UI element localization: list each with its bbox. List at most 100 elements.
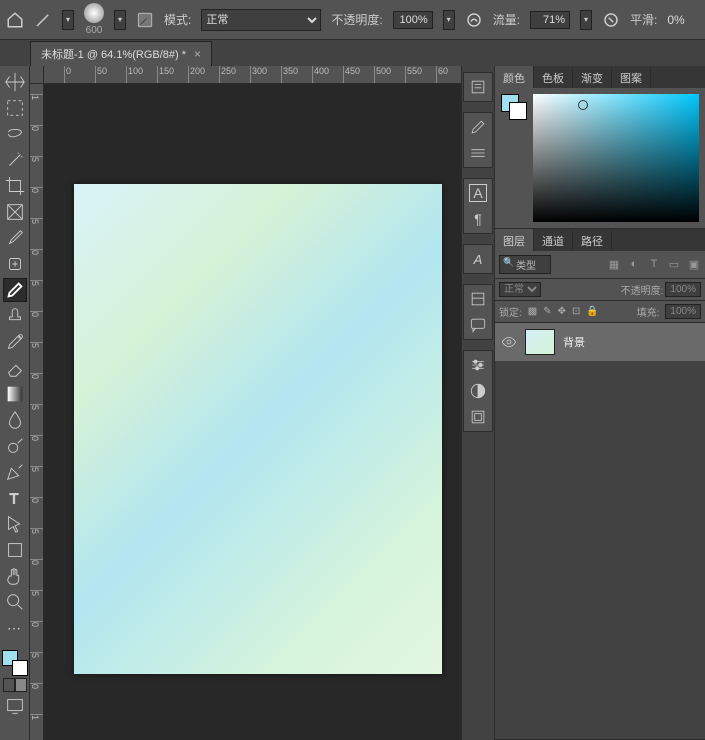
history-brush-tool[interactable]: [3, 330, 27, 354]
right-panels: 颜色 色板 渐变 图案 图层 通道 路径: [495, 66, 705, 740]
background-swatch[interactable]: [12, 660, 28, 676]
tab-gradients[interactable]: 渐变: [573, 66, 612, 88]
libraries-panel-icon[interactable]: [468, 407, 488, 427]
flow-chevron[interactable]: ▾: [580, 10, 592, 30]
lock-pixels-icon[interactable]: ▩: [528, 306, 537, 317]
ruler-tick: 0: [64, 66, 71, 83]
layer-type-filter[interactable]: 类型: [499, 255, 551, 274]
character-panel-icon[interactable]: A: [468, 183, 488, 203]
fg-bg-swatches[interactable]: [2, 650, 28, 676]
ruler-tick: 1: [30, 94, 43, 100]
ruler-corner: [30, 66, 44, 83]
close-tab-icon[interactable]: ×: [194, 47, 201, 61]
ruler-tick: 0: [30, 621, 43, 627]
visibility-eye-icon[interactable]: [501, 334, 517, 350]
layer-row-background[interactable]: 背景: [495, 323, 705, 361]
brush-tool[interactable]: [3, 278, 27, 302]
ruler-tick: 5: [30, 342, 43, 348]
lock-paint-icon[interactable]: ✎: [543, 306, 551, 317]
document-canvas[interactable]: [74, 184, 442, 674]
filter-image-icon[interactable]: ▦: [607, 258, 621, 272]
tab-patterns[interactable]: 图案: [612, 66, 651, 88]
brush-preset-chevron[interactable]: ▾: [114, 10, 126, 30]
tool-preset-chevron[interactable]: ▾: [62, 10, 74, 30]
color-panel-swatches[interactable]: [501, 94, 527, 120]
vertical-ruler[interactable]: 105050505050505050501: [30, 84, 44, 740]
healing-tool[interactable]: [3, 252, 27, 276]
type-tool[interactable]: T: [3, 486, 27, 510]
layer-name[interactable]: 背景: [563, 334, 585, 350]
zoom-tool[interactable]: [3, 590, 27, 614]
opacity-chevron[interactable]: ▾: [443, 10, 455, 30]
properties-panel-icon[interactable]: [468, 289, 488, 309]
lock-artboard-icon[interactable]: ⊡: [572, 306, 580, 317]
marquee-tool[interactable]: [3, 96, 27, 120]
pen-tool[interactable]: [3, 460, 27, 484]
svg-text:T: T: [9, 492, 18, 508]
adjustments-panel-icon[interactable]: [468, 381, 488, 401]
quickmask-toggle[interactable]: [3, 678, 27, 692]
airbrush-icon[interactable]: [602, 11, 620, 29]
move-tool[interactable]: [3, 70, 27, 94]
brush-preview[interactable]: 600: [84, 3, 104, 36]
magic-wand-tool[interactable]: [3, 148, 27, 172]
ruler-tick: 50: [95, 66, 107, 83]
ruler-tick: 100: [126, 66, 143, 83]
flow-value[interactable]: 71%: [530, 11, 570, 29]
layer-thumbnail[interactable]: [525, 329, 555, 355]
brush-settings-icon[interactable]: [136, 11, 154, 29]
blur-tool[interactable]: [3, 408, 27, 432]
ruler-tick: 450: [343, 66, 360, 83]
screen-mode-icon[interactable]: [3, 694, 27, 718]
color-bg-swatch[interactable]: [509, 102, 527, 120]
docked-panel-icons: A ¶ A: [461, 66, 495, 740]
lock-all-icon[interactable]: 🔒: [586, 306, 598, 317]
fill-value[interactable]: 100%: [665, 304, 701, 319]
filter-adjust-icon[interactable]: ◐: [627, 258, 641, 272]
lock-position-icon[interactable]: ✥: [558, 306, 566, 317]
pressure-opacity-icon[interactable]: [465, 11, 483, 29]
filter-shape-icon[interactable]: ▭: [667, 258, 681, 272]
brushes-panel-icon[interactable]: [468, 117, 488, 137]
home-icon[interactable]: [6, 11, 24, 29]
frame-tool[interactable]: [3, 200, 27, 224]
tab-color[interactable]: 颜色: [495, 66, 534, 88]
stamp-tool[interactable]: [3, 304, 27, 328]
hand-tool[interactable]: [3, 564, 27, 588]
crop-tool[interactable]: [3, 174, 27, 198]
eyedropper-tool[interactable]: [3, 226, 27, 250]
layer-opacity-value[interactable]: 100%: [665, 282, 701, 297]
adjust-sliders-icon[interactable]: [468, 355, 488, 375]
layer-blend-mode-select[interactable]: 正常: [499, 282, 541, 297]
tab-paths[interactable]: 路径: [573, 229, 612, 251]
horizontal-ruler[interactable]: 05010015020025030035040045050055060: [30, 66, 461, 84]
dodge-tool[interactable]: [3, 434, 27, 458]
paragraph-panel-icon[interactable]: ¶: [468, 209, 488, 229]
more-tools-icon[interactable]: ⋯: [3, 616, 27, 640]
tab-swatches[interactable]: 色板: [534, 66, 573, 88]
lock-label: 锁定:: [499, 304, 522, 319]
tab-channels[interactable]: 通道: [534, 229, 573, 251]
layers-blend-row: 正常 不透明度: 100%: [495, 279, 705, 301]
opacity-value[interactable]: 100%: [393, 11, 433, 29]
gradient-tool[interactable]: [3, 382, 27, 406]
tab-layers[interactable]: 图层: [495, 229, 534, 251]
blend-mode-select[interactable]: 正常: [201, 9, 321, 31]
brush-settings-panel-icon[interactable]: [468, 143, 488, 163]
brush-tool-icon[interactable]: [34, 11, 52, 29]
smooth-value[interactable]: 0%: [667, 13, 684, 27]
options-bar: ▾ 600 ▾ 模式: 正常 不透明度: 100% ▾ 流量: 71% ▾ 平滑…: [0, 0, 705, 40]
ruler-tick: 400: [312, 66, 329, 83]
filter-smart-icon[interactable]: ▣: [687, 258, 701, 272]
path-select-tool[interactable]: [3, 512, 27, 536]
document-tab[interactable]: 未标题-1 @ 64.1%(RGB/8#) * ×: [30, 41, 212, 66]
lasso-tool[interactable]: [3, 122, 27, 146]
canvas-stage[interactable]: [44, 84, 461, 740]
filter-type-icon[interactable]: T: [647, 258, 661, 272]
glyphs-panel-icon[interactable]: A: [468, 249, 488, 269]
comments-panel-icon[interactable]: [468, 315, 488, 335]
shape-tool[interactable]: [3, 538, 27, 562]
eraser-tool[interactable]: [3, 356, 27, 380]
color-picker-field[interactable]: [533, 94, 699, 222]
history-panel-icon[interactable]: [468, 77, 488, 97]
